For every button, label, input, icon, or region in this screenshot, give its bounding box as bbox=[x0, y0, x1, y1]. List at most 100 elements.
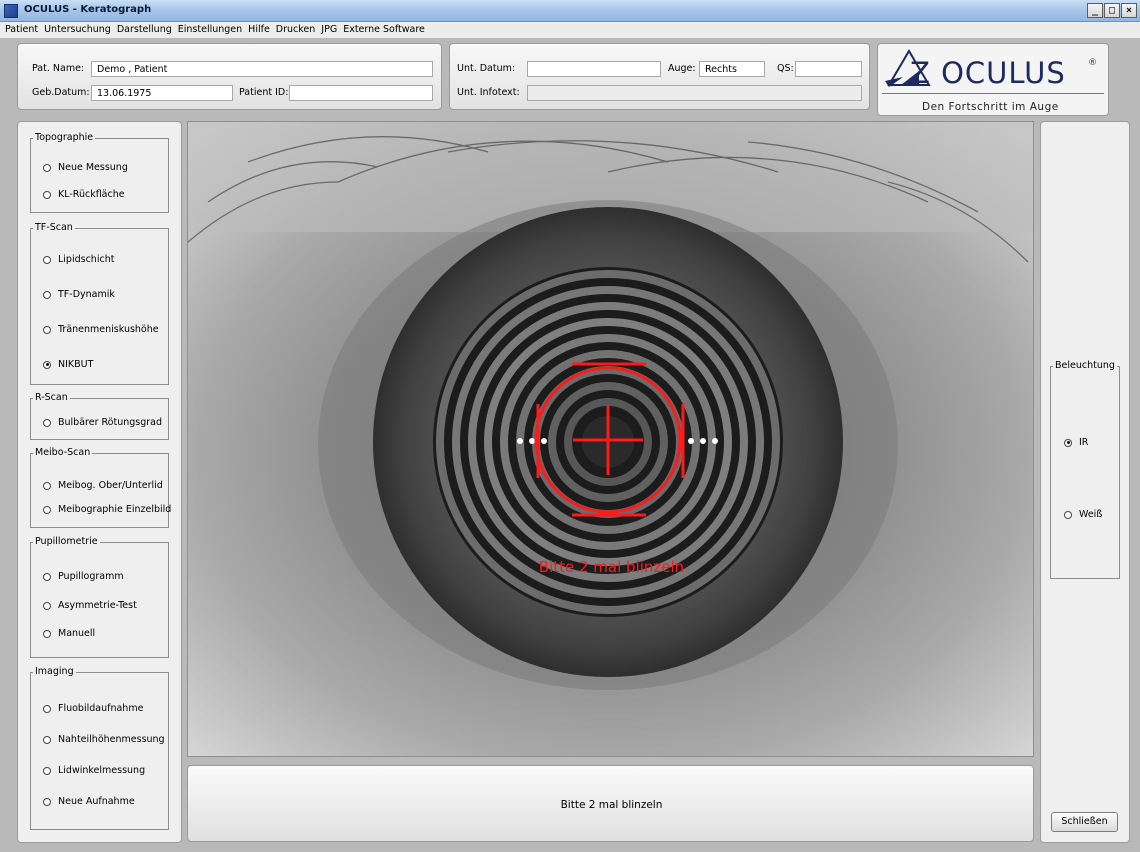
radio-indicator[interactable] bbox=[43, 629, 51, 638]
menu-hilfe[interactable]: Hilfe bbox=[245, 22, 273, 38]
radio-indicator[interactable] bbox=[43, 766, 51, 775]
dob-field[interactable]: 13.06.1975 bbox=[91, 85, 233, 101]
radio-bulbaerer-roetungsgrad[interactable]: Bulbärer Rötungsgrad bbox=[43, 417, 162, 428]
group-title-pupillometrie: Pupillometrie bbox=[33, 536, 100, 547]
radio-label: Lipidschicht bbox=[58, 254, 115, 265]
camera-view[interactable]: Bitte 2 mal blinzeln bbox=[187, 121, 1034, 757]
close-window-button[interactable]: × bbox=[1121, 3, 1137, 18]
radio-label: Asymmetrie-Test bbox=[58, 600, 137, 611]
radio-indicator[interactable] bbox=[43, 735, 51, 744]
radio-pupillogramm[interactable]: Pupillogramm bbox=[43, 571, 124, 582]
logo-slogan: Den Fortschritt im Auge bbox=[922, 101, 1059, 113]
patient-name-field[interactable]: Demo , Patient bbox=[91, 61, 433, 77]
eye-field[interactable]: Rechts bbox=[699, 61, 765, 77]
patient-id-label: Patient ID: bbox=[239, 87, 289, 98]
radio-indicator[interactable] bbox=[43, 255, 51, 264]
app-icon bbox=[4, 4, 18, 18]
radio-tf-dynamik[interactable]: TF-Dynamik bbox=[43, 289, 115, 300]
radio-meibographie-einzelbild[interactable]: Meibographie Einzelbild bbox=[43, 504, 171, 515]
radio-indicator[interactable] bbox=[1064, 510, 1072, 519]
qs-field[interactable] bbox=[795, 61, 862, 77]
logo-wordmark: Z OCULUS bbox=[910, 56, 1066, 90]
radio-nahteilhoehenmessung[interactable]: Nahteilhöhenmessung bbox=[43, 734, 165, 745]
radio-ir[interactable]: IR bbox=[1064, 437, 1088, 448]
radio-indicator-checked[interactable] bbox=[43, 360, 51, 369]
title-bar: OCULUS - Keratograph _ □ × bbox=[0, 0, 1140, 22]
menu-jpg[interactable]: JPG bbox=[318, 22, 340, 38]
radio-label: Neue Aufnahme bbox=[58, 796, 135, 807]
radio-indicator[interactable] bbox=[43, 481, 51, 490]
exam-date-field[interactable] bbox=[527, 61, 661, 77]
group-title-meibo-scan: Meibo-Scan bbox=[33, 447, 93, 458]
menu-darstellung[interactable]: Darstellung bbox=[114, 22, 175, 38]
status-panel: Bitte 2 mal blinzeln bbox=[187, 765, 1034, 842]
radio-indicator[interactable] bbox=[43, 505, 51, 514]
qs-label: QS: bbox=[777, 63, 794, 74]
group-title-imaging: Imaging bbox=[33, 666, 76, 677]
radio-lipidschicht[interactable]: Lipidschicht bbox=[43, 254, 114, 265]
group-pupillometrie: Pupillometrie Pupillogramm Asymmetrie-Te… bbox=[30, 536, 169, 658]
patient-id-field[interactable] bbox=[289, 85, 433, 101]
radio-indicator[interactable] bbox=[43, 418, 51, 427]
status-message: Bitte 2 mal blinzeln bbox=[560, 799, 663, 811]
radio-indicator[interactable] bbox=[43, 163, 51, 172]
group-meibo-scan: Meibo-Scan Meibog. Ober/Unterlid Meibogr… bbox=[30, 447, 171, 528]
radio-indicator[interactable] bbox=[43, 601, 51, 610]
radio-label: Nahteilhöhenmessung bbox=[58, 734, 165, 745]
radio-indicator[interactable] bbox=[43, 190, 51, 199]
radio-label: Neue Messung bbox=[58, 162, 128, 173]
right-panel: Beleuchtung IR Weiß bbox=[1040, 121, 1130, 843]
camera-overlay-text: Bitte 2 mal blinzeln bbox=[538, 558, 685, 576]
radio-indicator[interactable] bbox=[43, 797, 51, 806]
group-title-tf-scan: TF-Scan bbox=[33, 222, 75, 233]
patient-panel: Pat. Name: Demo , Patient Geb.Datum: 13.… bbox=[17, 43, 442, 110]
menu-drucken[interactable]: Drucken bbox=[273, 22, 319, 38]
radio-label: Weiß bbox=[1079, 509, 1103, 520]
radio-meibog-ober-unterlid[interactable]: Meibog. Ober/Unterlid bbox=[43, 480, 163, 491]
radio-neue-messung[interactable]: Neue Messung bbox=[43, 162, 128, 173]
menu-einstellungen[interactable]: Einstellungen bbox=[175, 22, 245, 38]
menu-untersuchung[interactable]: Untersuchung bbox=[41, 22, 114, 38]
exam-date-label: Unt. Datum: bbox=[457, 63, 516, 74]
group-r-scan: R-Scan Bulbärer Rötungsgrad bbox=[30, 392, 169, 440]
menu-patient[interactable]: Patient bbox=[2, 22, 41, 38]
radio-manuell[interactable]: Manuell bbox=[43, 628, 95, 639]
radio-indicator-checked[interactable] bbox=[1064, 438, 1072, 447]
radio-asymmetrie-test[interactable]: Asymmetrie-Test bbox=[43, 600, 137, 611]
menu-bar: Patient Untersuchung Darstellung Einstel… bbox=[0, 22, 1140, 38]
menu-externe-software[interactable]: Externe Software bbox=[340, 22, 428, 38]
group-topographie: Topographie Neue Messung KL-Rückfläche bbox=[30, 132, 169, 213]
radio-label: Bulbärer Rötungsgrad bbox=[58, 417, 163, 428]
window-title: OCULUS - Keratograph bbox=[24, 4, 152, 15]
minimize-button[interactable]: _ bbox=[1087, 3, 1103, 18]
schliessen-button[interactable]: Schließen bbox=[1051, 812, 1118, 832]
patient-name-label: Pat. Name: bbox=[32, 63, 85, 74]
radio-traenenmeniskushoehe[interactable]: Tränenmeniskushöhe bbox=[43, 324, 159, 335]
radio-indicator[interactable] bbox=[43, 325, 51, 334]
group-title-beleuchtung: Beleuchtung bbox=[1053, 360, 1117, 371]
radio-indicator[interactable] bbox=[43, 290, 51, 299]
radio-indicator[interactable] bbox=[43, 572, 51, 581]
radio-indicator[interactable] bbox=[43, 704, 51, 713]
group-beleuchtung: Beleuchtung IR Weiß bbox=[1050, 360, 1120, 579]
exam-info-field[interactable] bbox=[527, 85, 862, 101]
radio-label: Tränenmeniskushöhe bbox=[58, 324, 159, 335]
radio-label: Lidwinkelmessung bbox=[58, 765, 146, 776]
radio-fluobildaufnahme[interactable]: Fluobildaufnahme bbox=[43, 703, 143, 714]
radio-weiss[interactable]: Weiß bbox=[1064, 509, 1102, 520]
left-mode-panel: Topographie Neue Messung KL-Rückfläche T… bbox=[17, 121, 182, 843]
radio-kl-rueckflaeche[interactable]: KL-Rückfläche bbox=[43, 189, 125, 200]
radio-neue-aufnahme[interactable]: Neue Aufnahme bbox=[43, 796, 135, 807]
radio-label: NIKBUT bbox=[58, 359, 94, 370]
dob-label: Geb.Datum: bbox=[32, 87, 90, 98]
logo-divider bbox=[882, 93, 1104, 94]
logo-registered-mark: ® bbox=[1088, 58, 1097, 68]
eye-image bbox=[188, 122, 1033, 756]
eye-label: Auge: bbox=[668, 63, 696, 74]
window-controls: _ □ × bbox=[1087, 3, 1137, 18]
radio-lidwinkelmessung[interactable]: Lidwinkelmessung bbox=[43, 765, 145, 776]
radio-nikbut[interactable]: NIKBUT bbox=[43, 359, 93, 370]
maximize-button[interactable]: □ bbox=[1104, 3, 1120, 18]
exam-info-label: Unt. Infotext: bbox=[457, 87, 520, 98]
radio-label: Meibog. Ober/Unterlid bbox=[58, 480, 163, 491]
